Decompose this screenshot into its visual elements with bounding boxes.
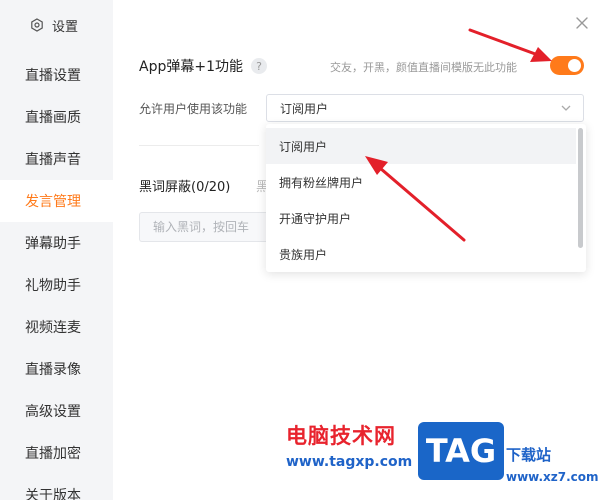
sidebar-item-video-link[interactable]: 视频连麦: [0, 306, 113, 348]
sidebar-item-advanced-settings[interactable]: 高级设置: [0, 390, 113, 432]
chevron-down-icon: [561, 105, 571, 111]
sidebar-item-live-audio[interactable]: 直播声音: [0, 138, 113, 180]
blackword-label: 黑词屏蔽(0/20): [139, 180, 231, 195]
user-type-select-value: 订阅用户: [280, 101, 329, 116]
watermark-cn-text: 电脑技术网: [286, 424, 396, 448]
danmaku-plus-one-label: App弹幕+1功能: [139, 59, 243, 75]
dropdown-option-guardian-users[interactable]: 开通守护用户: [266, 200, 576, 236]
gear-icon: [31, 18, 43, 32]
dropdown-scrollbar[interactable]: [578, 128, 583, 248]
dropdown-option-noble-users[interactable]: 贵族用户: [266, 236, 576, 272]
blackword-input[interactable]: [139, 212, 279, 242]
arrow-to-toggle: [468, 28, 552, 62]
watermark-right-url: www.xz7.com: [506, 470, 599, 484]
section-divider: [139, 145, 259, 146]
sidebar-item-live-quality[interactable]: 直播画质: [0, 96, 113, 138]
sidebar-item-danmaku-assistant[interactable]: 弹幕助手: [0, 222, 113, 264]
watermark-tag-logo: TAG: [418, 422, 504, 480]
danmaku-plus-one-row: App弹幕+1功能 ?: [139, 56, 267, 76]
help-icon[interactable]: ?: [251, 58, 267, 74]
user-type-dropdown: 订阅用户 拥有粉丝牌用户 开通守护用户 贵族用户: [266, 124, 586, 272]
danmaku-plus-one-toggle[interactable]: [550, 56, 584, 75]
close-icon[interactable]: [575, 16, 589, 30]
settings-header: 设置: [30, 14, 78, 36]
sidebar-item-live-recording[interactable]: 直播录像: [0, 348, 113, 390]
watermark-right-text: 下载站: [506, 446, 552, 464]
sidebar-item-gift-assistant[interactable]: 礼物助手: [0, 264, 113, 306]
dropdown-option-subscribers[interactable]: 订阅用户: [266, 128, 576, 164]
sidebar-item-speech-management[interactable]: 发言管理: [0, 180, 113, 222]
sidebar-item-live-settings[interactable]: 直播设置: [0, 54, 113, 96]
sidebar-item-about-version[interactable]: 关于版本: [0, 474, 113, 500]
user-type-select[interactable]: 订阅用户: [266, 94, 584, 122]
sidebar: 设置 直播设置 直播画质 直播声音 发言管理 弹幕助手 礼物助手 视频连麦 直播…: [0, 0, 113, 500]
toggle-knob: [568, 59, 581, 72]
watermark-left: 电脑技术网 www.tagxp.com: [286, 424, 413, 470]
feature-description: 交友，开黑，颜值直播间模版无此功能: [330, 61, 517, 74]
allow-users-label: 允许用户使用该功能: [139, 102, 248, 116]
watermark-right: 下载站 www.xz7.com: [506, 446, 599, 484]
sidebar-item-live-encryption[interactable]: 直播加密: [0, 432, 113, 474]
settings-title: 设置: [52, 19, 79, 35]
dropdown-option-fan-badge-users[interactable]: 拥有粉丝牌用户: [266, 164, 576, 200]
watermark-url: www.tagxp.com: [286, 454, 413, 470]
